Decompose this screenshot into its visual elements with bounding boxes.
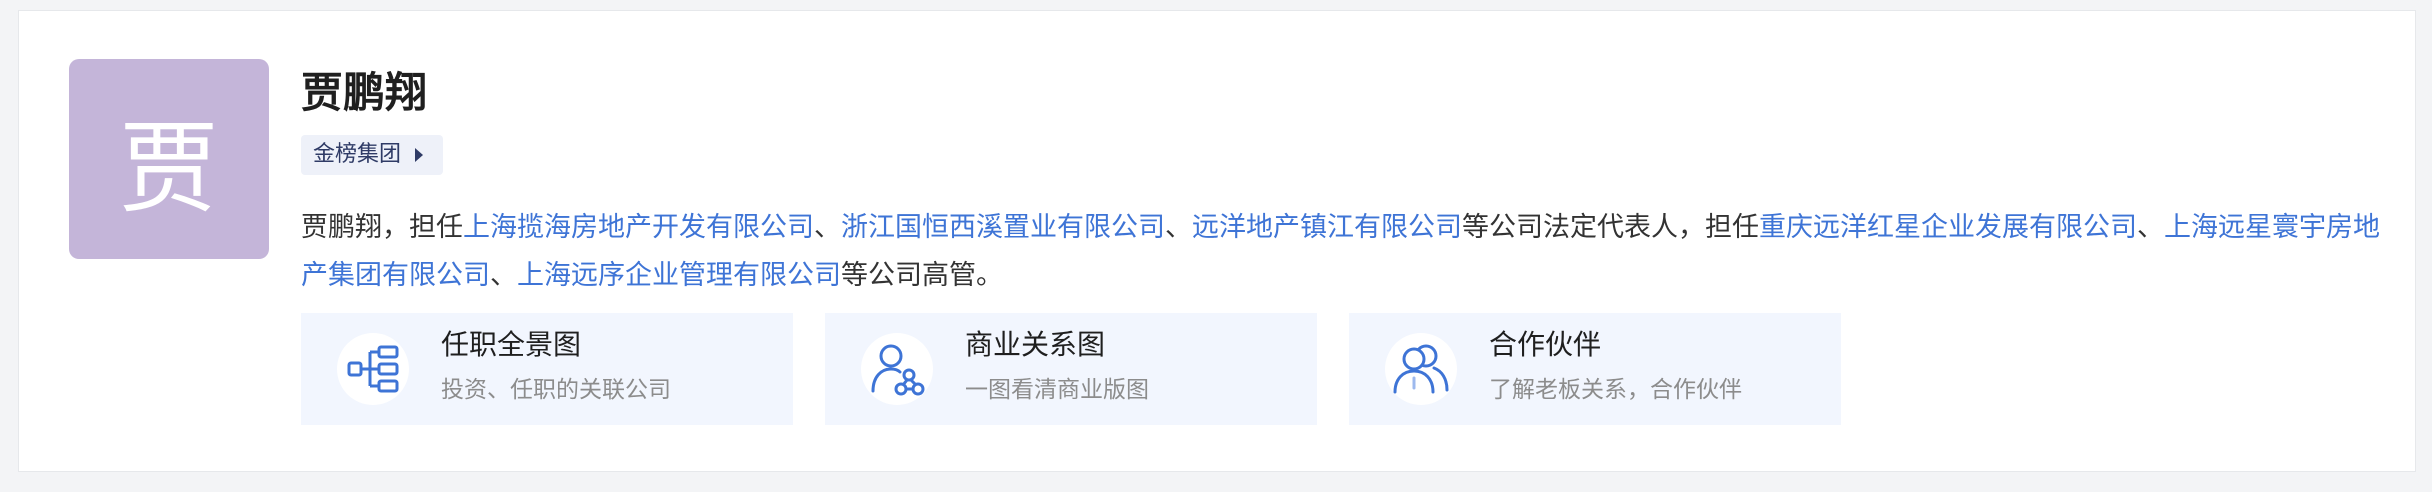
feature-card-business-map[interactable]: 商业关系图 一图看清商业版图 [825,313,1317,425]
description-text: 等公司高管。 [841,260,1003,291]
feature-card-position-map[interactable]: 任职全景图 投资、任职的关联公司 [301,313,793,425]
description-text: 贾鹏翔，担任 [301,212,463,243]
avatar: 贾 [69,59,269,259]
description-text: 、 [814,212,841,243]
feature-subtitle: 投资、任职的关联公司 [441,377,671,403]
description-text: 等公司法定代表人，担任 [1462,212,1759,243]
feature-title: 合作伙伴 [1489,328,1602,361]
group-tag-button[interactable]: 金榜集团 [301,135,444,175]
company-link[interactable]: 浙江国恒西溪置业有限公司 [841,212,1165,243]
description-text: 、 [1165,212,1192,243]
org-tree-icon [337,333,409,405]
person-card: 贾 贾鹏翔 金榜集团 贾鹏翔，担任上海揽海房地产开发有限公司、浙江国恒西溪置业有… [18,10,2416,472]
feature-subtitle: 了解老板关系，合作伙伴 [1489,377,1742,403]
feature-title: 任职全景图 [441,328,582,361]
company-link[interactable]: 重庆远洋红星企业发展有限公司 [1759,212,2137,243]
feature-subtitle: 一图看清商业版图 [965,377,1149,403]
company-link[interactable]: 上海揽海房地产开发有限公司 [463,212,814,243]
person-network-icon [861,333,933,405]
person-name[interactable]: 贾鹏翔 [301,63,427,123]
group-tag-label: 金榜集团 [313,142,402,167]
description-text: 、 [490,260,517,291]
description-text: 、 [2137,212,2164,243]
company-link[interactable]: 上海远序企业管理有限公司 [517,260,841,291]
feature-card-partners[interactable]: 合作伙伴 了解老板关系，合作伙伴 [1349,313,1841,425]
feature-list: 任职全景图 投资、任职的关联公司 商业关系图 一图看清商业版图 合作伙伴 了解老… [301,313,1841,425]
company-link[interactable]: 远洋地产镇江有限公司 [1192,212,1462,243]
person-description: 贾鹏翔，担任上海揽海房地产开发有限公司、浙江国恒西溪置业有限公司、远洋地产镇江有… [301,204,2381,300]
caret-right-icon [415,148,424,162]
feature-title: 商业关系图 [965,328,1106,361]
partners-icon [1385,333,1457,405]
